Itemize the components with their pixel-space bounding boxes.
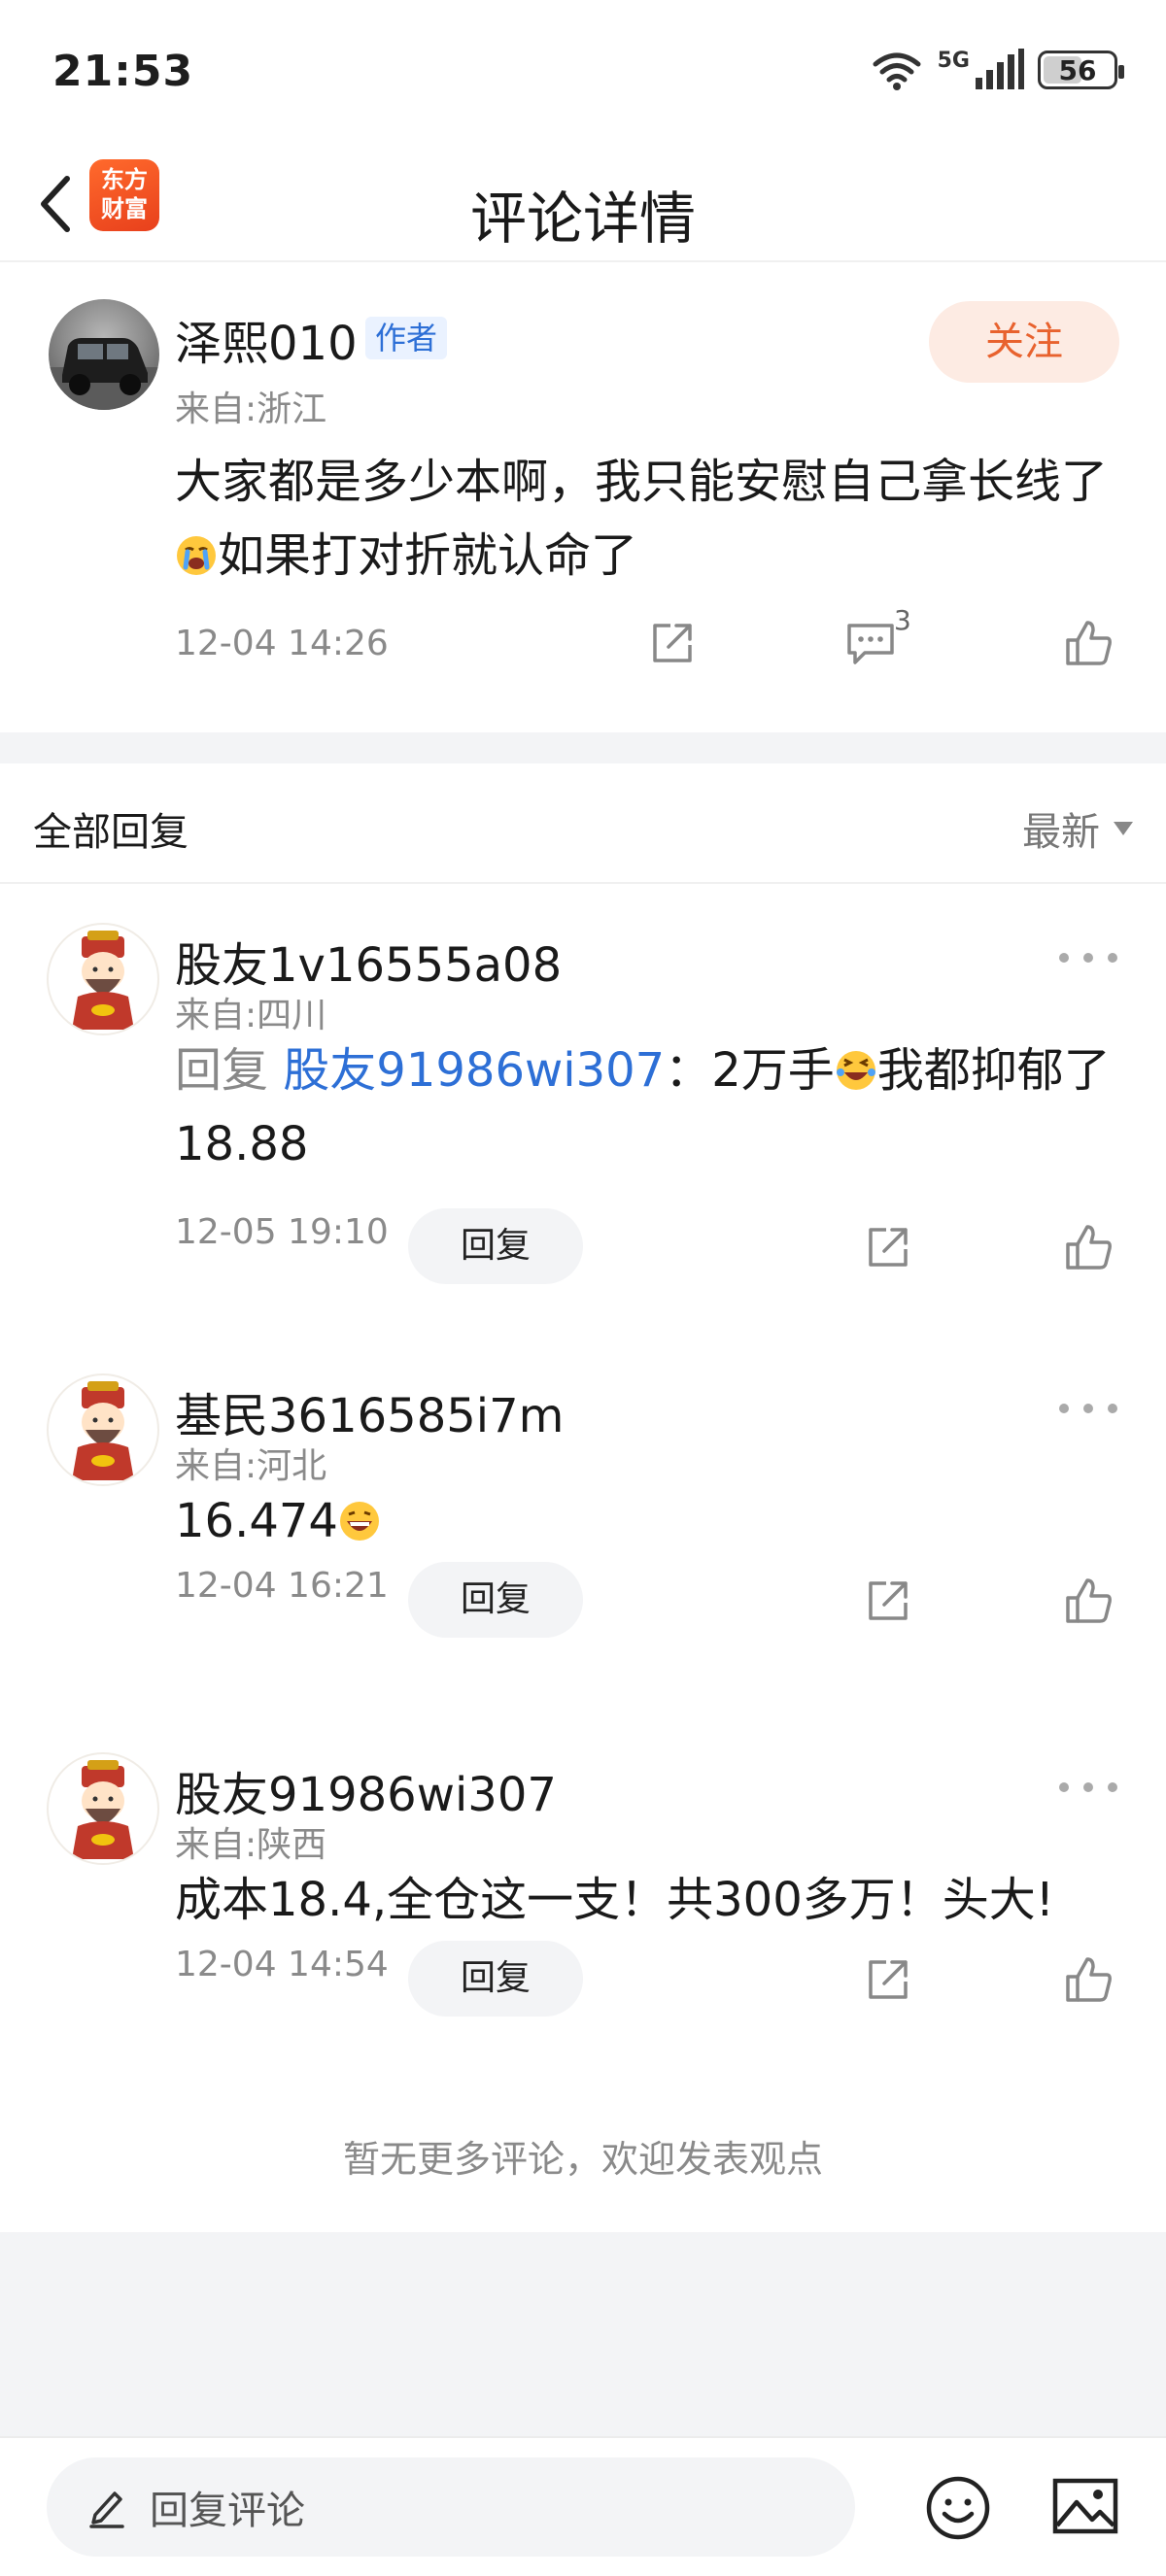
reply-text: 回复 股友91986wi307：2万手 我都抑郁了 18.88 xyxy=(175,1043,1111,1171)
share-icon xyxy=(869,1228,908,1267)
reply-location: 来自:河北 xyxy=(175,1446,327,1486)
reply-button[interactable]: 回复 xyxy=(408,1208,583,1284)
page-title: 评论详情 xyxy=(469,186,696,252)
status-icons: 5G 56 xyxy=(870,49,1124,91)
smiley-icon xyxy=(926,2476,990,2540)
dot xyxy=(1059,1782,1069,1792)
pencil-icon xyxy=(89,2491,124,2528)
sort-label: 最新 xyxy=(1022,810,1100,855)
dot xyxy=(1108,1404,1117,1413)
replies-title: 全部回复 xyxy=(33,810,189,855)
author-avatar[interactable] xyxy=(49,299,159,410)
car-icon xyxy=(49,338,159,410)
dot xyxy=(1059,1404,1069,1413)
like-button[interactable] xyxy=(1059,1572,1117,1630)
dot xyxy=(1083,1782,1093,1792)
like-button[interactable] xyxy=(1059,1218,1117,1276)
dot xyxy=(1059,953,1069,963)
reply-location: 来自:陕西 xyxy=(175,1825,327,1865)
reply-timestamp: 12-04 16:21 xyxy=(175,1566,389,1606)
comment-bubble-icon xyxy=(847,624,894,664)
empty-area xyxy=(0,2232,1166,2436)
follow-button[interactable]: 关注 xyxy=(929,301,1119,383)
reply-avatar[interactable] xyxy=(47,1752,159,1865)
more-options-button[interactable] xyxy=(1059,1399,1117,1418)
share-button[interactable] xyxy=(859,1572,917,1630)
section-divider xyxy=(0,732,1166,763)
image-button[interactable] xyxy=(1051,2477,1119,2539)
more-options-button[interactable] xyxy=(1059,948,1117,967)
reply-button[interactable]: 回复 xyxy=(408,1941,583,2017)
bottom-bar: 回复评论 xyxy=(0,2436,1166,2576)
signal-icon xyxy=(976,49,1024,89)
share-icon xyxy=(869,1581,908,1620)
like-button[interactable] xyxy=(1059,614,1117,672)
battery-icon: 56 xyxy=(1038,51,1124,89)
main-comment: 泽熙010 作者 来自:浙江 关注 大家都是多少本啊，我只能安慰自己拿长线了 如… xyxy=(0,262,1166,732)
dot xyxy=(1108,1782,1117,1792)
end-of-list-note: 暂无更多评论，欢迎发表观点 xyxy=(342,2138,823,2181)
comment-timestamp: 12-04 14:26 xyxy=(175,624,389,663)
reply-text: 16.474 xyxy=(175,1484,1127,1558)
dot xyxy=(1083,953,1093,963)
laughing-tears-icon xyxy=(836,1051,875,1090)
share-icon xyxy=(653,624,692,662)
reply-author[interactable]: 基民3616585i7m xyxy=(175,1377,564,1445)
status-time: 21:53 xyxy=(52,47,194,96)
emoji-button[interactable] xyxy=(925,2475,991,2545)
reply-input-placeholder: 回复评论 xyxy=(150,2489,305,2533)
reply-timestamp: 12-04 14:54 xyxy=(175,1945,389,1984)
author-name[interactable]: 泽熙010 xyxy=(175,305,358,373)
share-button[interactable] xyxy=(859,1950,917,2009)
sort-dropdown[interactable]: 最新 xyxy=(1022,800,1133,857)
reply-item: 基民3616585i7m 来自:河北 16.474 12-04 16:21 回复 xyxy=(0,1335,1166,1665)
comment-button[interactable] xyxy=(841,614,900,672)
dot xyxy=(1083,1404,1093,1413)
share-button[interactable] xyxy=(643,614,702,672)
reply-avatar[interactable] xyxy=(47,1373,159,1486)
like-button[interactable] xyxy=(1059,1950,1117,2009)
author-badge: 作者 xyxy=(365,317,448,359)
network-label: 5G xyxy=(937,49,970,73)
nav-bar: 东方 财富 评论详情 xyxy=(0,146,1166,262)
caret-down-icon xyxy=(1114,822,1133,835)
mention-link[interactable]: 股友91986wi307 xyxy=(283,1043,665,1098)
reply-author[interactable]: 股友1v16555a08 xyxy=(175,927,562,995)
replies-header: 全部回复 最新 xyxy=(0,763,1166,884)
share-icon xyxy=(869,1960,908,1999)
comment-text: 大家都是多少本啊，我只能安慰自己拿长线了 如果打对折就认命了 xyxy=(175,455,1109,583)
status-bar: 21:53 5G 56 xyxy=(0,0,1166,146)
reply-text: 成本18.4,全仓这一支！共300多万！头大! xyxy=(175,1873,1054,1927)
thumbs-up-icon xyxy=(1066,1225,1112,1270)
more-options-button[interactable] xyxy=(1059,1778,1117,1797)
fortune-god-icon xyxy=(72,1381,134,1480)
battery-level: 56 xyxy=(1058,53,1097,86)
share-button[interactable] xyxy=(859,1218,917,1276)
reply-location: 来自:四川 xyxy=(175,996,327,1035)
thumbs-up-icon xyxy=(1066,621,1112,665)
thumbs-up-icon xyxy=(1066,1578,1112,1623)
reply-avatar[interactable] xyxy=(47,923,159,1035)
grinning-face-icon xyxy=(339,1502,379,1541)
reply-item: 股友91986wi307 来自:陕西 成本18.4,全仓这一支！共300多万！头… xyxy=(0,1713,1166,2044)
image-icon xyxy=(1052,2478,1118,2534)
wifi-icon xyxy=(873,52,921,90)
fortune-god-icon xyxy=(72,1760,134,1859)
reply-timestamp: 12-05 19:10 xyxy=(175,1212,389,1252)
crying-face-icon xyxy=(177,536,216,575)
reply-item: 股友1v16555a08 来自:四川 回复 股友91986wi307：2万手 我… xyxy=(0,884,1166,1292)
dot xyxy=(1108,953,1117,963)
thumbs-up-icon xyxy=(1066,1957,1112,2002)
comment-count: 3 xyxy=(894,604,911,636)
author-location: 来自:浙江 xyxy=(175,390,327,429)
fortune-god-icon xyxy=(72,931,134,1030)
reply-input[interactable]: 回复评论 xyxy=(47,2457,855,2557)
reply-author[interactable]: 股友91986wi307 xyxy=(175,1756,557,1824)
reply-button[interactable]: 回复 xyxy=(408,1562,583,1638)
